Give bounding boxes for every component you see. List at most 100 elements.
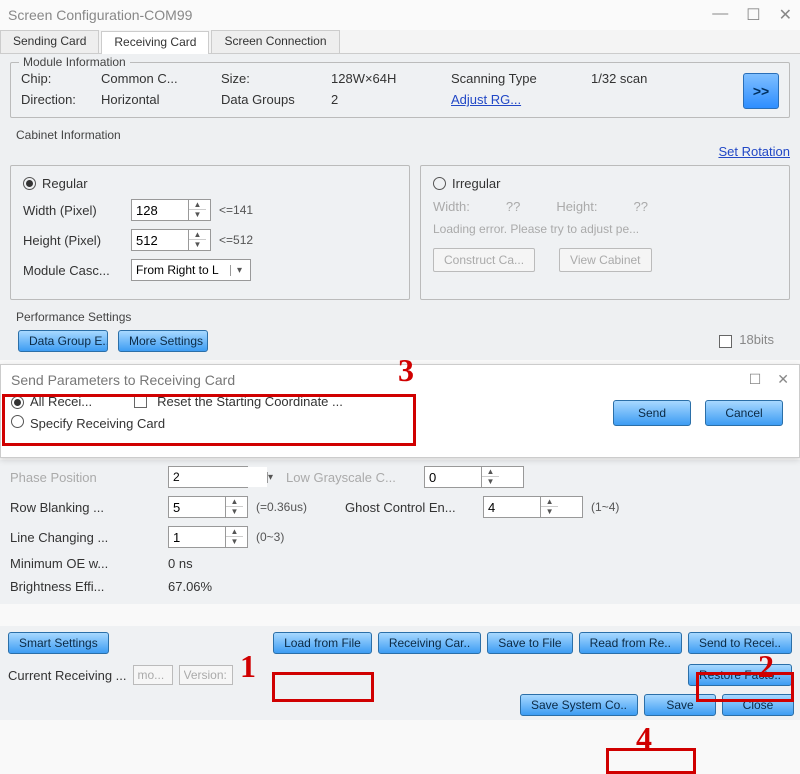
content-area: Module Information Chip: Common C... Siz… <box>0 54 800 360</box>
perf-title: Performance Settings <box>16 310 790 324</box>
all-receive-radio[interactable] <box>11 394 24 409</box>
send-parameters-dialog: Send Parameters to Receiving Card ☐ ✕ Al… <box>0 364 800 458</box>
radio-selected-icon <box>11 396 24 409</box>
annotation-4: 4 <box>636 720 652 757</box>
cascade-combo[interactable]: ▾ <box>131 259 251 281</box>
spin-down-icon[interactable]: ▼ <box>226 537 243 547</box>
chip-value: Common C... <box>101 71 221 86</box>
mo-field <box>133 665 173 685</box>
height-label: Height (Pixel) <box>23 233 123 248</box>
minoe-value: 0 ns <box>168 556 193 571</box>
spin-down-icon[interactable]: ▼ <box>541 507 558 517</box>
more-settings-button[interactable]: More Settings <box>118 330 208 352</box>
spin-down-icon[interactable]: ▼ <box>189 240 206 250</box>
spin-up-icon[interactable]: ▲ <box>226 527 243 537</box>
lowgray-label: Low Grayscale C... <box>286 470 416 485</box>
restore-factory-button[interactable]: Restore Facto.. <box>688 664 792 686</box>
spin-down-icon[interactable]: ▼ <box>482 477 499 487</box>
regular-cabinet-box: Regular Width (Pixel) ▲▼ <=141 Height (P… <box>10 165 410 300</box>
chip-label: Chip: <box>21 71 101 86</box>
spin-up-icon[interactable]: ▲ <box>189 200 206 210</box>
scan-type-label: Scanning Type <box>451 71 591 86</box>
irr-width-label: Width: <box>433 199 470 214</box>
tab-screen-connection[interactable]: Screen Connection <box>211 30 339 53</box>
bright-value: 67.06% <box>168 579 212 594</box>
data-groups-label: Data Groups <box>221 92 331 107</box>
bits-label: 18bits <box>739 332 774 347</box>
dialog-title: Send Parameters to Receiving Card <box>11 372 235 388</box>
cabinet-information-group: Cabinet Information Set Rotation Regular… <box>10 128 790 300</box>
cancel-button[interactable]: Cancel <box>705 400 783 426</box>
specify-radio[interactable] <box>11 415 24 431</box>
rowblank-label: Row Blanking ... <box>10 500 160 515</box>
smart-settings-button[interactable]: Smart Settings <box>8 632 109 654</box>
phase-label: Phase Position <box>10 470 160 485</box>
send-button[interactable]: Send <box>613 400 691 426</box>
linech-spinner[interactable]: ▲▼ <box>168 526 248 548</box>
phase-combo[interactable]: ▾ <box>168 466 248 488</box>
dialog-maximize-icon[interactable]: ☐ <box>749 371 762 388</box>
close-button[interactable]: Close <box>722 694 794 716</box>
spin-up-icon[interactable]: ▲ <box>541 497 558 507</box>
spin-up-icon[interactable]: ▲ <box>482 467 499 477</box>
data-groups-value: 2 <box>331 92 451 107</box>
rowblank-value[interactable] <box>169 497 225 517</box>
bits-checkbox[interactable]: 18bits <box>719 332 774 347</box>
send-to-receiving-button[interactable]: Send to Recei.. <box>688 632 792 654</box>
minimize-icon[interactable]: — <box>712 5 728 25</box>
cabinet-title: Cabinet Information <box>16 128 790 142</box>
save-system-config-button[interactable]: Save System Co.. <box>520 694 638 716</box>
radio-unselected-icon <box>433 177 446 190</box>
linech-value[interactable] <box>169 527 225 547</box>
radio-selected-icon <box>23 177 36 190</box>
window-buttons: — ☐ ✕ <box>712 5 792 25</box>
set-rotation-link[interactable]: Set Rotation <box>718 144 790 159</box>
tab-receiving-card[interactable]: Receiving Card <box>101 31 209 54</box>
receiving-card-button[interactable]: Receiving Car.. <box>378 632 481 654</box>
adjust-rg-link[interactable]: Adjust RG... <box>451 92 591 107</box>
tab-sending-card[interactable]: Sending Card <box>0 30 99 53</box>
spin-up-icon[interactable]: ▲ <box>226 497 243 507</box>
expand-arrow-button[interactable]: >> <box>743 73 779 109</box>
ghost-hint: (1~4) <box>591 500 619 514</box>
irr-height-label: Height: <box>556 199 597 214</box>
save-to-file-button[interactable]: Save to File <box>487 632 572 654</box>
regular-label: Regular <box>42 176 88 191</box>
width-spinner[interactable]: ▲▼ <box>131 199 211 221</box>
save-button[interactable]: Save <box>644 694 716 716</box>
width-input[interactable] <box>132 200 188 220</box>
spin-up-icon[interactable]: ▲ <box>189 230 206 240</box>
irr-width-value: ?? <box>506 199 520 214</box>
specify-label: Specify Receiving Card <box>30 416 165 431</box>
ghost-value[interactable] <box>484 497 540 517</box>
close-icon[interactable]: ✕ <box>779 5 792 25</box>
chevron-down-icon[interactable]: ▾ <box>230 265 248 276</box>
tab-bar: Sending Card Receiving Card Screen Conne… <box>0 30 800 54</box>
titlebar: Screen Configuration-COM99 — ☐ ✕ <box>0 0 800 30</box>
spin-down-icon[interactable]: ▼ <box>189 210 206 220</box>
data-group-button[interactable]: Data Group E... <box>18 330 108 352</box>
height-input[interactable] <box>132 230 188 250</box>
chevron-down-icon[interactable]: ▾ <box>267 472 273 483</box>
scan-type-value: 1/32 scan <box>591 71 691 86</box>
dialog-close-icon[interactable]: ✕ <box>777 371 789 388</box>
lowgray-spinner[interactable]: ▲▼ <box>424 466 524 488</box>
read-from-re-button[interactable]: Read from Re.. <box>579 632 682 654</box>
radio-unselected-icon <box>11 415 24 428</box>
regular-radio[interactable]: Regular <box>23 176 397 191</box>
load-from-file-button[interactable]: Load from File <box>273 632 372 654</box>
spin-down-icon[interactable]: ▼ <box>226 507 243 517</box>
size-value: 128W×64H <box>331 71 451 86</box>
ghost-label: Ghost Control En... <box>345 500 475 515</box>
lowgray-value[interactable] <box>425 467 481 487</box>
width-hint: <=141 <box>219 203 253 217</box>
ghost-spinner[interactable]: ▲▼ <box>483 496 583 518</box>
height-spinner[interactable]: ▲▼ <box>131 229 211 251</box>
phase-value[interactable] <box>169 467 267 487</box>
irregular-radio[interactable]: Irregular <box>433 176 777 191</box>
cascade-value[interactable] <box>132 260 230 280</box>
bright-label: Brightness Effi... <box>10 579 160 594</box>
rowblank-spinner[interactable]: ▲▼ <box>168 496 248 518</box>
reset-checkbox[interactable] <box>134 395 147 408</box>
maximize-icon[interactable]: ☐ <box>746 5 760 25</box>
